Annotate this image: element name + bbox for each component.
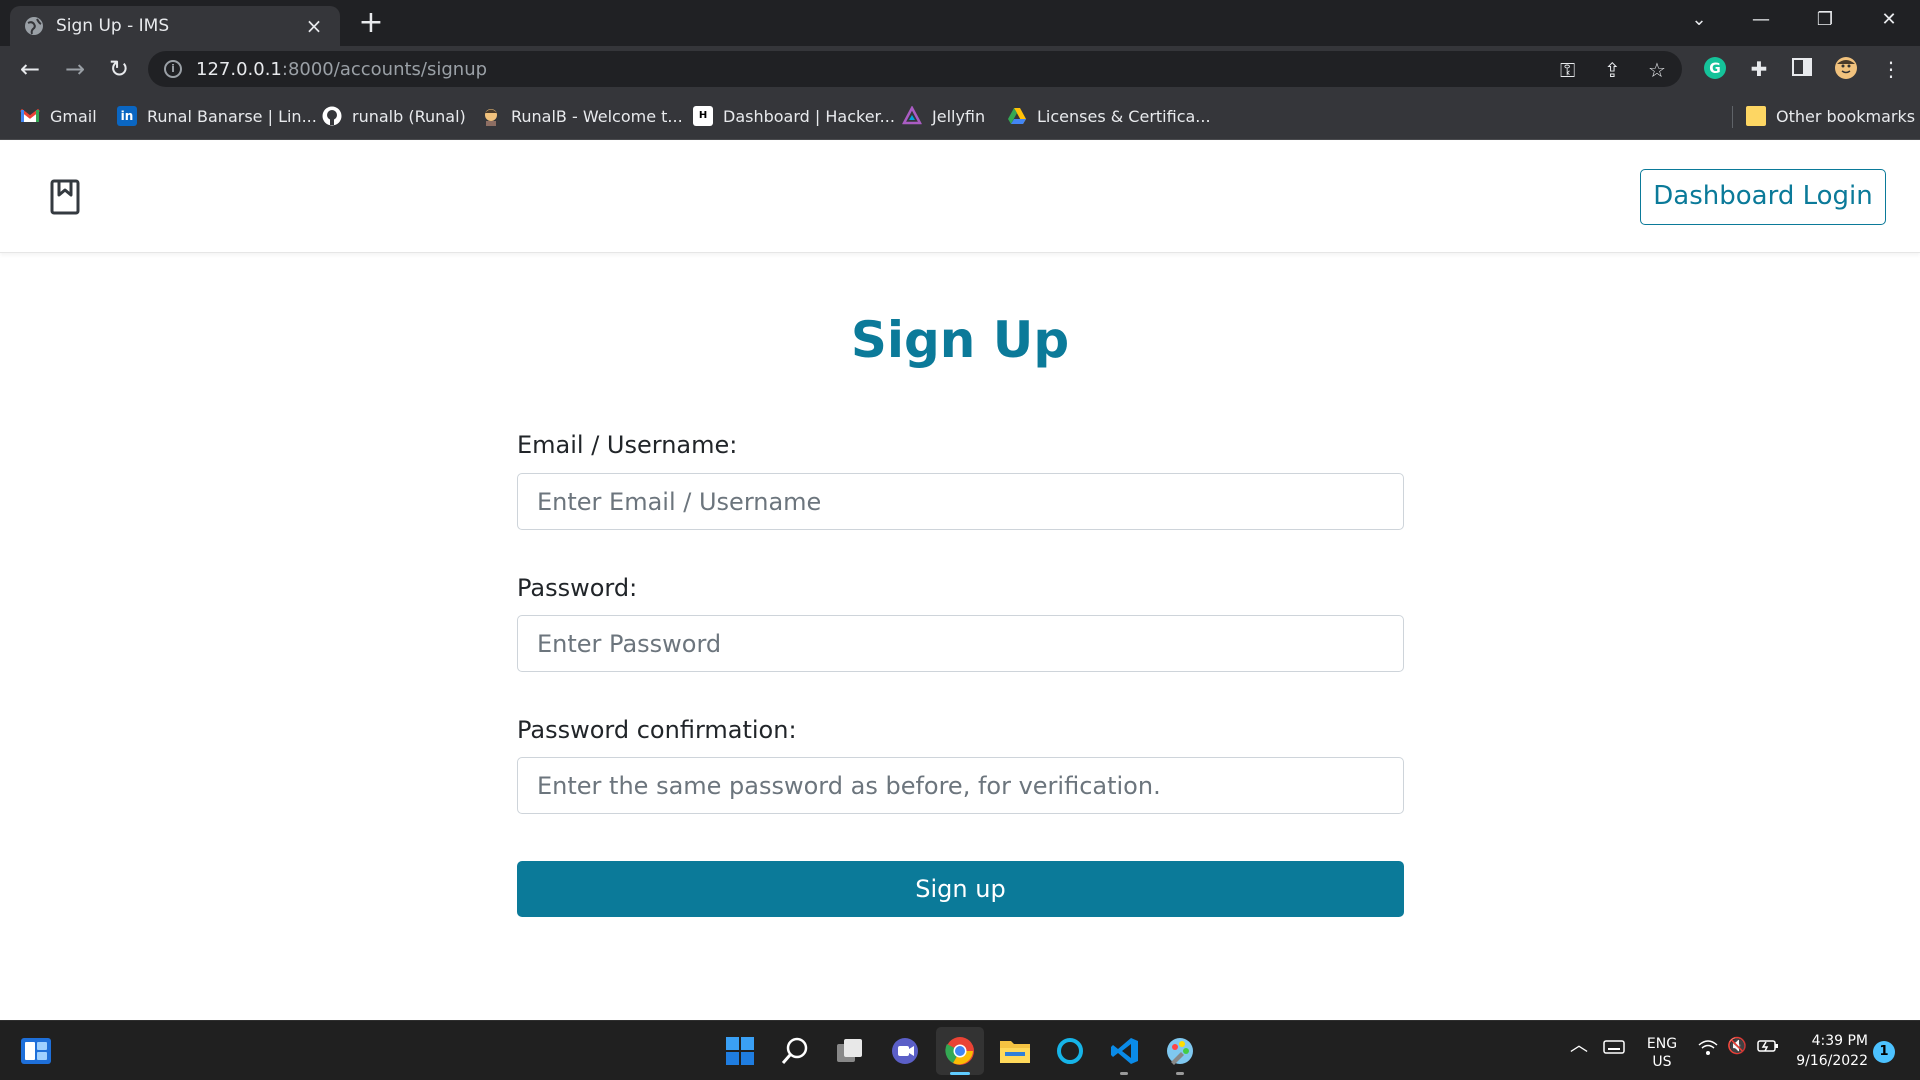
widgets-icon[interactable] bbox=[18, 1033, 54, 1069]
other-bookmarks-label: Other bookmarks bbox=[1776, 106, 1916, 126]
bookmark-licenses[interactable]: Licenses & Certifica... bbox=[1007, 104, 1211, 128]
site-navbar: Dashboard Login bbox=[0, 141, 1920, 253]
chrome-active-indicator bbox=[950, 1072, 970, 1075]
extensions-icon[interactable]: ✚ bbox=[1746, 56, 1772, 82]
teams-chat-icon[interactable] bbox=[887, 1033, 923, 1069]
password-confirmation-label: Password confirmation: bbox=[517, 716, 797, 744]
sign-up-button[interactable]: Sign up bbox=[517, 861, 1404, 917]
bookmark-logo-icon[interactable] bbox=[50, 179, 80, 215]
page-content: Dashboard Login Sign Up Email / Username… bbox=[0, 141, 1920, 1020]
browser-tab-strip: Sign Up - IMS × + ⌄ — ❐ ✕ bbox=[0, 0, 1920, 46]
hackerrank-icon: H bbox=[693, 106, 713, 126]
search-icon[interactable] bbox=[777, 1033, 813, 1069]
window-close-icon[interactable]: ✕ bbox=[1858, 0, 1920, 40]
language-code: ENG bbox=[1646, 1036, 1678, 1052]
tab-close-icon[interactable]: × bbox=[302, 14, 326, 38]
forward-icon[interactable]: → bbox=[60, 54, 90, 84]
region-code: US bbox=[1652, 1054, 1672, 1070]
bookmark-label: runalb (Runal) bbox=[352, 106, 466, 126]
bookmarks-bar: Gmail in Runal Banarse | Lin... runalb (… bbox=[0, 92, 1920, 140]
browser-tab[interactable]: Sign Up - IMS × bbox=[10, 6, 340, 46]
bookmark-github[interactable]: runalb (Runal) bbox=[322, 104, 466, 128]
paint-running-indicator bbox=[1176, 1072, 1184, 1075]
globe-icon bbox=[25, 17, 43, 35]
address-bar[interactable]: i 127.0.0.1 :8000/accounts/signup ⚿ ⇪ ☆ bbox=[148, 51, 1682, 87]
paint-icon[interactable] bbox=[1162, 1033, 1198, 1069]
bookmark-gmail[interactable]: Gmail bbox=[20, 104, 97, 128]
minimize-icon[interactable]: — bbox=[1730, 0, 1792, 40]
gmail-icon bbox=[20, 108, 40, 122]
password-label: Password: bbox=[517, 574, 638, 602]
start-icon[interactable] bbox=[722, 1033, 758, 1069]
github-icon bbox=[322, 106, 342, 126]
bookmark-label: Runal Banarse | Lin... bbox=[147, 106, 317, 126]
bookmark-jellyfin[interactable]: Jellyfin bbox=[902, 104, 985, 128]
notification-badge[interactable]: 1 bbox=[1873, 1041, 1895, 1063]
key-icon[interactable]: ⚿ bbox=[1560, 58, 1575, 82]
bookmark-label: RunalB - Welcome t... bbox=[511, 106, 683, 126]
bookmark-runalb[interactable]: RunalB - Welcome t... bbox=[481, 104, 683, 128]
email-field[interactable] bbox=[517, 473, 1404, 530]
bookmark-hackerrank[interactable]: H Dashboard | Hacker... bbox=[693, 104, 895, 128]
tab-search-icon[interactable]: ⌄ bbox=[1668, 0, 1730, 40]
browser-menu-icon[interactable]: ⋮ bbox=[1878, 56, 1904, 82]
profile-avatar[interactable] bbox=[1833, 56, 1859, 82]
password-confirmation-field[interactable] bbox=[517, 757, 1404, 814]
clock-date: 9/16/2022 bbox=[1796, 1053, 1868, 1069]
svg-text:G: G bbox=[1709, 61, 1721, 77]
avatar-icon bbox=[485, 109, 497, 126]
back-icon[interactable]: ← bbox=[15, 54, 45, 84]
system-clock[interactable]: 4:39 PM 9/16/2022 bbox=[1792, 1031, 1868, 1071]
vscode-icon[interactable] bbox=[1107, 1033, 1143, 1069]
tray-overflow-icon[interactable]: ︿ bbox=[1570, 1037, 1588, 1055]
reload-icon[interactable]: ↻ bbox=[104, 54, 134, 84]
side-panel-icon[interactable] bbox=[1789, 56, 1815, 82]
bookmark-linkedin[interactable]: in Runal Banarse | Lin... bbox=[117, 104, 317, 128]
cortana-icon[interactable] bbox=[1052, 1033, 1088, 1069]
new-tab-button[interactable]: + bbox=[356, 8, 386, 38]
restore-icon[interactable]: ❐ bbox=[1794, 0, 1856, 40]
linkedin-icon: in bbox=[117, 106, 137, 126]
grammarly-icon[interactable]: G bbox=[1702, 56, 1728, 82]
email-label: Email / Username: bbox=[517, 431, 738, 459]
bookmark-label: Licenses & Certifica... bbox=[1037, 106, 1211, 126]
dashboard-login-button[interactable]: Dashboard Login bbox=[1640, 169, 1886, 225]
bookmark-label: Dashboard | Hacker... bbox=[723, 106, 895, 126]
browser-toolbar: ← → ↻ i 127.0.0.1 :8000/accounts/signup … bbox=[0, 46, 1920, 92]
url-path: :8000/accounts/signup bbox=[281, 58, 488, 80]
tab-title: Sign Up - IMS bbox=[56, 16, 170, 36]
bookmarks-divider bbox=[1732, 106, 1733, 128]
clock-time: 4:39 PM bbox=[1811, 1033, 1868, 1049]
password-field[interactable] bbox=[517, 615, 1404, 672]
bookmark-star-icon[interactable]: ☆ bbox=[1648, 58, 1666, 82]
language-indicator[interactable]: ENG US bbox=[1646, 1035, 1678, 1071]
battery-icon[interactable] bbox=[1756, 1037, 1780, 1060]
bookmark-label: Gmail bbox=[50, 106, 97, 126]
other-bookmarks[interactable]: Other bookmarks bbox=[1746, 104, 1915, 128]
task-view-icon[interactable] bbox=[832, 1033, 868, 1069]
windows-taskbar: ︿ ENG US 🔇 4:39 PM 9/16/2022 1 bbox=[0, 1020, 1920, 1080]
google-drive-icon bbox=[1008, 108, 1026, 124]
page-title: Sign Up bbox=[850, 311, 1070, 369]
file-explorer-icon[interactable] bbox=[997, 1033, 1033, 1069]
bookmark-label: Jellyfin bbox=[932, 106, 986, 126]
keyboard-icon[interactable] bbox=[1603, 1039, 1625, 1060]
share-icon[interactable]: ⇪ bbox=[1604, 58, 1621, 82]
chrome-taskbar-icon[interactable] bbox=[936, 1027, 984, 1075]
url-host: 127.0.0.1 bbox=[196, 58, 282, 80]
vscode-running-indicator bbox=[1120, 1072, 1128, 1075]
wifi-icon[interactable] bbox=[1697, 1037, 1719, 1062]
volume-muted-icon[interactable]: 🔇 bbox=[1727, 1037, 1747, 1055]
folder-icon bbox=[1746, 106, 1766, 126]
jellyfin-icon bbox=[902, 106, 922, 125]
site-info-icon[interactable]: i bbox=[164, 60, 182, 78]
